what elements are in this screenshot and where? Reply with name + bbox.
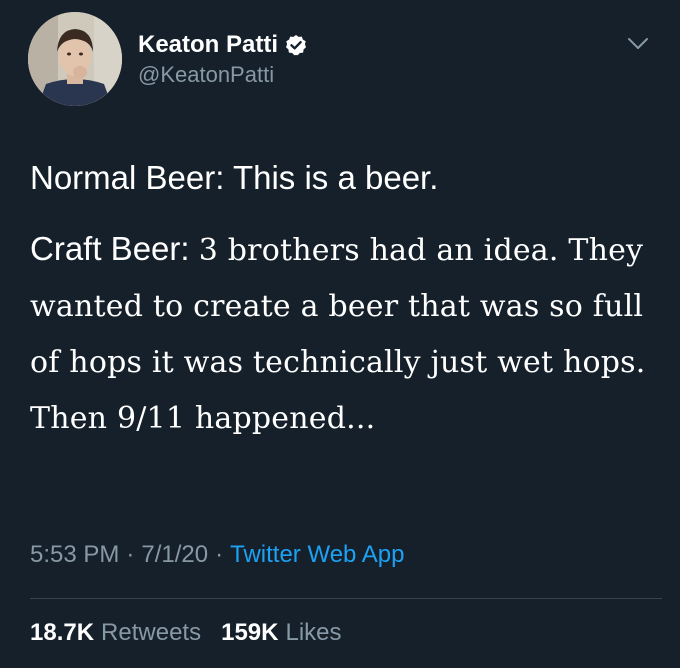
retweets-count: 18.7K [30, 619, 95, 646]
author-display-name[interactable]: Keaton Patti [138, 31, 278, 59]
tweet-date[interactable]: 7/1/20 [141, 541, 208, 569]
tweet-stats: 18.7K Retweets 159K Likes [30, 619, 342, 647]
tweet-text-paragraph-2: Craft Beer: 3 brothers had an idea. They… [30, 222, 660, 446]
retweets-label: Retweets [101, 619, 202, 646]
tweet-time[interactable]: 5:53 PM [30, 541, 119, 569]
likes-count: 159K [221, 619, 279, 646]
tweet-text-lead: Craft Beer: [30, 230, 199, 267]
likes-label: Likes [285, 619, 342, 646]
chevron-down-icon[interactable] [627, 36, 649, 52]
likes-stat[interactable]: 159K Likes [221, 619, 341, 647]
tweet-meta: 5:53 PM · 7/1/20 · Twitter Web App [30, 541, 404, 569]
profile-photo [28, 12, 122, 106]
author-handle[interactable]: @KeatonPatti [138, 62, 274, 88]
tweet-text-line-1: Normal Beer: This is a beer. [30, 159, 439, 196]
tweet-card: Keaton Patti @KeatonPatti Normal Beer: T… [0, 0, 680, 668]
author-name-row[interactable]: Keaton Patti [138, 28, 307, 62]
meta-separator: · [126, 541, 135, 568]
tweet-source-link[interactable]: Twitter Web App [230, 541, 404, 569]
divider [30, 598, 662, 599]
verified-badge-icon [285, 34, 307, 56]
avatar[interactable] [28, 12, 122, 106]
meta-separator: · [215, 541, 224, 568]
retweets-stat[interactable]: 18.7K Retweets [30, 619, 201, 647]
